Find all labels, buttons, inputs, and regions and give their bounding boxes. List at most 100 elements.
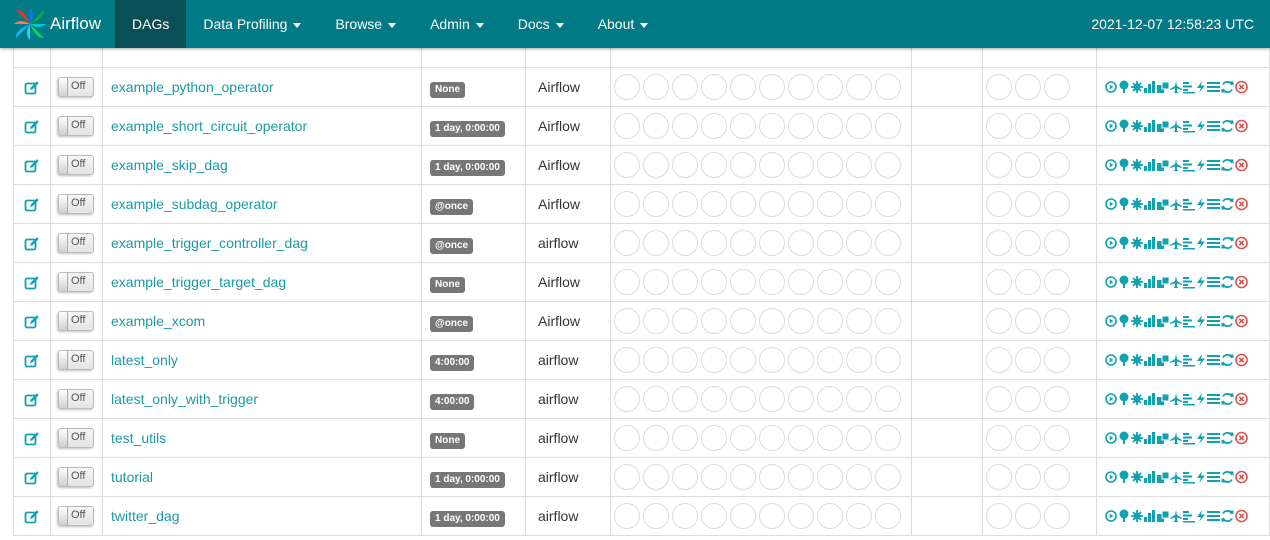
task-state-circle[interactable] [672, 191, 698, 217]
task-state-circle[interactable] [730, 269, 756, 295]
dag-run-circle[interactable] [1015, 113, 1041, 139]
tree-view-icon[interactable] [1118, 392, 1130, 406]
dag-link[interactable]: example_trigger_controller_dag [111, 235, 308, 251]
task-state-circle[interactable] [817, 152, 843, 178]
task-state-circle[interactable] [817, 464, 843, 490]
task-state-circle[interactable] [730, 425, 756, 451]
tries-chart-icon[interactable] [1144, 470, 1156, 484]
duration-chart-icon[interactable] [1157, 353, 1169, 367]
refresh-icon[interactable] [1221, 431, 1234, 445]
gantt-icon[interactable] [1183, 158, 1195, 172]
code-view-icon[interactable] [1196, 80, 1206, 94]
task-state-circle[interactable] [759, 464, 785, 490]
edit-icon[interactable] [24, 156, 40, 173]
task-state-circle[interactable] [730, 230, 756, 256]
dag-run-circle[interactable] [1015, 464, 1041, 490]
task-state-circle[interactable] [846, 425, 872, 451]
graph-view-icon[interactable] [1131, 80, 1143, 94]
duration-chart-icon[interactable] [1157, 236, 1169, 250]
edit-icon[interactable] [24, 78, 40, 95]
task-state-circle[interactable] [730, 308, 756, 334]
task-state-circle[interactable] [614, 269, 640, 295]
tries-chart-icon[interactable] [1144, 80, 1156, 94]
dag-run-circle[interactable] [1015, 347, 1041, 373]
delete-icon[interactable] [1235, 158, 1248, 172]
task-state-circle[interactable] [846, 74, 872, 100]
task-state-circle[interactable] [875, 386, 901, 412]
task-state-circle[interactable] [701, 113, 727, 139]
task-state-circle[interactable] [875, 152, 901, 178]
refresh-icon[interactable] [1221, 119, 1234, 133]
dag-run-circle[interactable] [1015, 230, 1041, 256]
task-state-circle[interactable] [817, 386, 843, 412]
task-state-circle[interactable] [701, 269, 727, 295]
tries-chart-icon[interactable] [1144, 314, 1156, 328]
code-view-icon[interactable] [1196, 314, 1206, 328]
dag-run-circle[interactable] [1044, 152, 1070, 178]
graph-view-icon[interactable] [1131, 431, 1143, 445]
landing-times-icon[interactable] [1170, 119, 1182, 133]
graph-view-icon[interactable] [1131, 275, 1143, 289]
logs-icon[interactable] [1207, 119, 1220, 133]
task-state-circle[interactable] [614, 503, 640, 529]
edit-icon[interactable] [24, 312, 40, 329]
tries-chart-icon[interactable] [1144, 119, 1156, 133]
task-state-circle[interactable] [643, 386, 669, 412]
dag-run-circle[interactable] [1044, 464, 1070, 490]
dag-run-circle[interactable] [1044, 113, 1070, 139]
logs-icon[interactable] [1207, 470, 1220, 484]
dag-link[interactable]: example_short_circuit_operator [111, 118, 307, 134]
task-state-circle[interactable] [614, 113, 640, 139]
task-state-circle[interactable] [614, 191, 640, 217]
dag-run-circle[interactable] [986, 74, 1012, 100]
graph-view-icon[interactable] [1131, 197, 1143, 211]
task-state-circle[interactable] [614, 425, 640, 451]
task-state-circle[interactable] [701, 386, 727, 412]
task-state-circle[interactable] [643, 308, 669, 334]
graph-view-icon[interactable] [1131, 392, 1143, 406]
task-state-circle[interactable] [759, 230, 785, 256]
task-state-circle[interactable] [875, 347, 901, 373]
task-state-circle[interactable] [875, 113, 901, 139]
pause-toggle[interactable]: Off [58, 389, 94, 409]
delete-icon[interactable] [1235, 392, 1248, 406]
pause-toggle[interactable]: Off [58, 311, 94, 331]
code-view-icon[interactable] [1196, 431, 1206, 445]
task-state-circle[interactable] [846, 308, 872, 334]
dag-run-circle[interactable] [986, 464, 1012, 490]
task-state-circle[interactable] [846, 230, 872, 256]
tree-view-icon[interactable] [1118, 431, 1130, 445]
task-state-circle[interactable] [846, 152, 872, 178]
edit-icon[interactable] [24, 195, 40, 212]
edit-icon[interactable] [24, 507, 40, 524]
landing-times-icon[interactable] [1170, 314, 1182, 328]
refresh-icon[interactable] [1221, 236, 1234, 250]
code-view-icon[interactable] [1196, 392, 1206, 406]
delete-icon[interactable] [1235, 197, 1248, 211]
tree-view-icon[interactable] [1118, 80, 1130, 94]
dag-run-circle[interactable] [986, 308, 1012, 334]
task-state-circle[interactable] [817, 74, 843, 100]
task-state-circle[interactable] [672, 347, 698, 373]
dag-link[interactable]: test_utils [111, 430, 166, 446]
logs-icon[interactable] [1207, 431, 1220, 445]
trigger-dag-icon[interactable] [1105, 392, 1117, 406]
task-state-circle[interactable] [817, 425, 843, 451]
task-state-circle[interactable] [730, 74, 756, 100]
logs-icon[interactable] [1207, 197, 1220, 211]
pause-toggle[interactable]: Off [58, 428, 94, 448]
nav-dags[interactable]: DAGs [115, 0, 187, 48]
code-view-icon[interactable] [1196, 158, 1206, 172]
trigger-dag-icon[interactable] [1105, 353, 1117, 367]
duration-chart-icon[interactable] [1157, 158, 1169, 172]
task-state-circle[interactable] [643, 347, 669, 373]
logs-icon[interactable] [1207, 158, 1220, 172]
edit-icon[interactable] [24, 429, 40, 446]
task-state-circle[interactable] [875, 230, 901, 256]
dag-run-circle[interactable] [1015, 425, 1041, 451]
pause-toggle[interactable]: Off [58, 272, 94, 292]
delete-icon[interactable] [1235, 314, 1248, 328]
task-state-circle[interactable] [730, 152, 756, 178]
dag-run-circle[interactable] [986, 152, 1012, 178]
task-state-circle[interactable] [846, 503, 872, 529]
